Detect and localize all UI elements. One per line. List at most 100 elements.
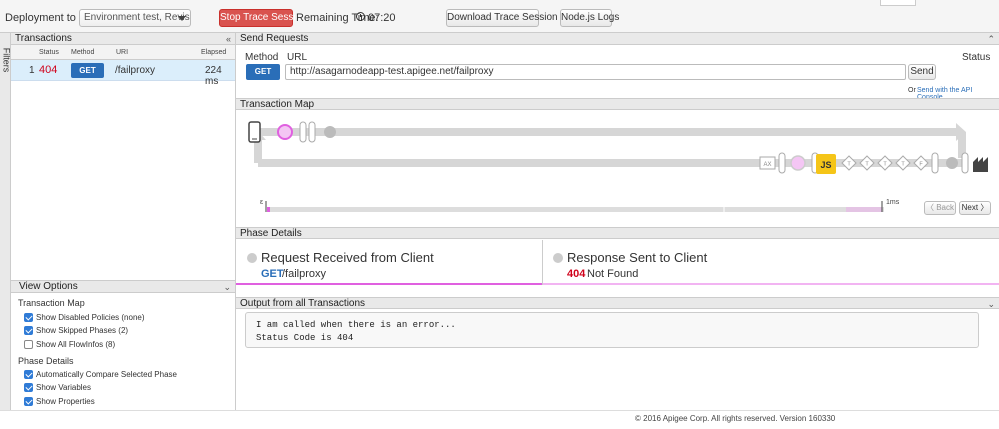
phase-request-panel[interactable]: Request Received from Client GET /failpr… bbox=[236, 240, 542, 285]
chevron-down-icon bbox=[178, 16, 186, 21]
timeline-segment-response bbox=[846, 207, 882, 212]
send-requests-title: Send Requests bbox=[240, 33, 309, 44]
timeline-end-label: 1ms bbox=[886, 199, 900, 206]
phase-response-panel[interactable]: Response Sent to Client 404 Not Found bbox=[543, 240, 999, 285]
option-label: Show Disabled Policies (none) bbox=[36, 313, 145, 322]
output-header: Output from all Transactions ⌄ bbox=[236, 297, 999, 309]
flow-separator-icon bbox=[308, 121, 316, 143]
flowinfo-diamond-icon[interactable]: T bbox=[841, 155, 857, 171]
send-button[interactable]: Send bbox=[908, 64, 936, 80]
flowinfo-diamond-icon[interactable]: T bbox=[877, 155, 893, 171]
double-chevron-down-icon[interactable]: ⌄ bbox=[223, 281, 231, 293]
output-console: I am called when there is an error... St… bbox=[245, 312, 979, 348]
response-node[interactable] bbox=[790, 155, 806, 171]
download-trace-button[interactable]: Download Trace Session bbox=[446, 9, 558, 27]
stop-trace-button[interactable]: Stop Trace Session bbox=[219, 9, 307, 27]
target-response-node[interactable] bbox=[946, 157, 958, 169]
output-line: I am called when there is an error... bbox=[256, 320, 456, 330]
url-input[interactable]: http://asagarnodeapp-test.apigee.net/fai… bbox=[285, 64, 906, 80]
column-uri: URI bbox=[116, 49, 129, 56]
option-auto-compare-phase[interactable]: Automatically Compare Selected Phase bbox=[24, 370, 177, 379]
option-show-disabled-policies[interactable]: Show Disabled Policies (none) bbox=[24, 313, 145, 322]
checkbox[interactable] bbox=[24, 383, 33, 392]
timeline-start-label: ε bbox=[260, 199, 263, 206]
row-status: 404 bbox=[39, 64, 58, 76]
transaction-map-title: Transaction Map bbox=[240, 99, 315, 110]
target-node[interactable] bbox=[324, 126, 336, 138]
filters-label: Filters bbox=[1, 47, 12, 73]
factory-backend-icon bbox=[973, 157, 988, 172]
js-label: JS bbox=[820, 160, 831, 170]
flow-separator-icon bbox=[961, 152, 969, 174]
column-elapsed: Elapsed bbox=[201, 49, 227, 56]
column-status: Status bbox=[39, 49, 59, 56]
double-chevron-down-icon[interactable]: ⌄ bbox=[987, 298, 995, 310]
double-chevron-left-icon[interactable]: « bbox=[226, 33, 231, 45]
client-phone-icon bbox=[248, 121, 261, 143]
url-input-value: http://asagarnodeapp-test.apigee.net/fai… bbox=[290, 66, 494, 77]
phase-details-options-title: Phase Details bbox=[18, 356, 74, 366]
checkbox[interactable] bbox=[24, 313, 33, 322]
flow-separator-icon bbox=[931, 152, 939, 174]
ax-label: AX bbox=[763, 162, 771, 168]
request-track bbox=[256, 128, 956, 136]
option-show-variables[interactable]: Show Variables bbox=[24, 383, 91, 392]
transactions-column-header: Status Method URI Elapsed bbox=[11, 45, 235, 60]
row-method: GET bbox=[71, 63, 104, 78]
option-show-skipped-phases[interactable]: Show Skipped Phases (2) bbox=[24, 326, 128, 335]
nodejs-logs-button[interactable]: Node.js Logs bbox=[560, 9, 619, 27]
phase-details-title: Phase Details bbox=[240, 228, 302, 239]
flowinfo-diamond-icon[interactable]: T bbox=[895, 155, 911, 171]
next-button[interactable]: Next 〉 bbox=[959, 201, 991, 215]
ax-policy-icon[interactable]: AX bbox=[759, 156, 776, 170]
checkbox[interactable] bbox=[24, 370, 33, 379]
response-text: Not Found bbox=[587, 268, 639, 280]
timeline-bar[interactable] bbox=[267, 207, 884, 212]
filters-sidebar[interactable]: Filters bbox=[0, 33, 11, 410]
flowinfo-diamond-icon[interactable]: F bbox=[913, 155, 929, 171]
view-options-title: View Options bbox=[19, 281, 78, 292]
request-uri: /failproxy bbox=[282, 268, 327, 280]
timeline-marker-request bbox=[267, 207, 270, 212]
double-chevron-up-icon[interactable]: ⌃ bbox=[987, 33, 995, 45]
row-elapsed: 224 ms bbox=[205, 65, 222, 87]
deployment-select-value: Environment test, Revision 1 bbox=[84, 12, 190, 23]
option-label: Show All FlowInfos (8) bbox=[36, 340, 116, 349]
option-show-properties[interactable]: Show Properties bbox=[24, 397, 95, 406]
row-uri: /failproxy bbox=[115, 65, 156, 76]
flow-separator-icon bbox=[299, 121, 307, 143]
back-button[interactable]: 〈 Back bbox=[924, 201, 956, 215]
status-label: Status bbox=[962, 52, 991, 63]
transactions-title: Transactions bbox=[15, 33, 72, 44]
column-method: Method bbox=[71, 49, 95, 56]
transaction-map-header: Transaction Map bbox=[236, 98, 999, 110]
output-title: Output from all Transactions bbox=[240, 298, 366, 309]
option-label: Show Properties bbox=[36, 397, 95, 406]
transaction-map-options-title: Transaction Map bbox=[18, 298, 85, 308]
transaction-map-diagram: AX JS T T T T F ε 1ms bbox=[248, 121, 988, 212]
flowinfo-diamond-icon[interactable]: T bbox=[859, 155, 875, 171]
response-code: 404 bbox=[567, 268, 586, 280]
footer: © 2016 Apigee Corp. All rights reserved.… bbox=[0, 410, 999, 429]
javascript-policy-icon[interactable]: JS bbox=[816, 154, 836, 174]
checkbox[interactable] bbox=[24, 326, 33, 335]
deployment-select[interactable]: Environment test, Revision 1 bbox=[79, 9, 191, 27]
phase-status-dot bbox=[247, 253, 257, 263]
request-received-node[interactable] bbox=[277, 124, 293, 140]
url-label: URL bbox=[287, 52, 308, 63]
top-toolbar: Deployment to Trace Environment test, Re… bbox=[0, 0, 999, 33]
option-label: Show Skipped Phases (2) bbox=[36, 326, 129, 335]
phase-status-dot bbox=[553, 253, 563, 263]
checkbox[interactable] bbox=[24, 340, 33, 349]
option-label: Show Variables bbox=[36, 383, 91, 392]
table-row[interactable]: 1 404 GET /failproxy 224 ms bbox=[11, 60, 235, 87]
request-phase-title: Request Received from Client bbox=[261, 250, 434, 265]
transactions-header: Transactions « bbox=[11, 33, 235, 45]
checkbox[interactable] bbox=[24, 397, 33, 406]
phase-details-header: Phase Details bbox=[236, 227, 999, 239]
view-options-header: View Options ⌄ bbox=[11, 280, 235, 293]
remaining-time-value: 07:20 bbox=[368, 12, 396, 24]
method-select[interactable]: GET bbox=[246, 64, 280, 80]
option-label: Automatically Compare Selected Phase bbox=[36, 370, 177, 379]
option-show-all-flowinfos[interactable]: Show All FlowInfos (8) bbox=[24, 340, 115, 349]
